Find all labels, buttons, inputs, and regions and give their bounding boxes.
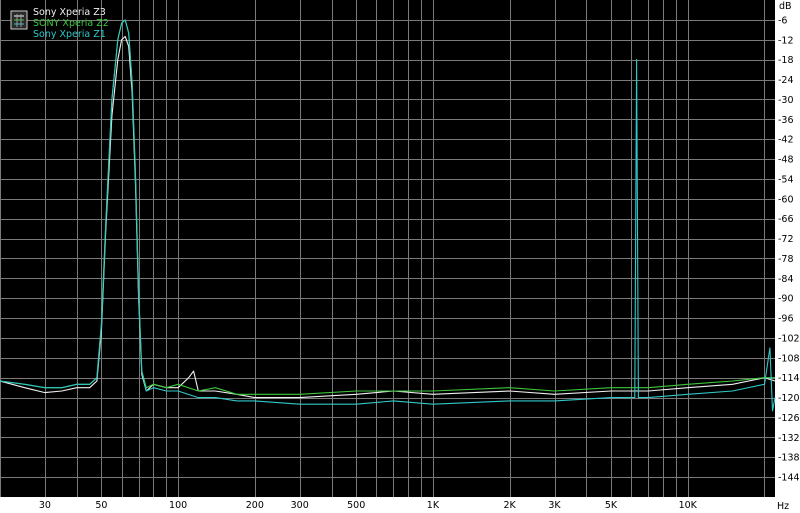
y-tick-label: -120 bbox=[778, 393, 800, 404]
y-tick-label: -48 bbox=[778, 155, 794, 166]
y-tick-label: -132 bbox=[778, 433, 800, 444]
x-tick-label: 30 bbox=[39, 500, 51, 511]
y-tick-label: -24 bbox=[778, 75, 794, 86]
y-tick-label: -84 bbox=[778, 274, 794, 285]
y-tick-label: -96 bbox=[778, 314, 794, 325]
x-tick-label: 2K bbox=[503, 500, 516, 511]
y-tick-label: -42 bbox=[778, 135, 794, 146]
x-tick-label: 10K bbox=[679, 500, 698, 511]
y-tick-label: -108 bbox=[778, 353, 800, 364]
y-tick-label: -114 bbox=[778, 373, 800, 384]
y-tick-label: -66 bbox=[778, 214, 794, 225]
legend-entry: Sony Xperia Z3 bbox=[33, 7, 106, 18]
y-axis-unit-label: dB bbox=[779, 1, 792, 12]
y-tick-label: -90 bbox=[778, 294, 794, 305]
legend-entry: SONY Xperia Z2 bbox=[33, 18, 109, 29]
y-tick-label: -102 bbox=[778, 333, 800, 344]
x-tick-label: 300 bbox=[291, 500, 309, 511]
x-tick-label: 200 bbox=[246, 500, 264, 511]
y-tick-label: -30 bbox=[778, 95, 794, 106]
y-tick-label: -78 bbox=[778, 254, 794, 265]
x-tick-label: 100 bbox=[169, 500, 187, 511]
y-tick-label: -12 bbox=[778, 35, 794, 46]
legend-entry: Sony Xperia Z1 bbox=[33, 29, 106, 40]
x-axis-unit-label: Hz bbox=[777, 501, 789, 512]
y-tick-label: -36 bbox=[778, 115, 794, 126]
y-tick-label: -6 bbox=[778, 15, 787, 26]
y-tick-label: -54 bbox=[778, 174, 794, 185]
x-tick-label: 1K bbox=[427, 500, 440, 511]
x-tick-label: 5K bbox=[605, 500, 618, 511]
y-tick-label: -18 bbox=[778, 55, 794, 66]
y-tick-label: -60 bbox=[778, 194, 794, 205]
y-tick-label: -144 bbox=[778, 473, 800, 484]
x-tick-label: 3K bbox=[548, 500, 561, 511]
x-tick-label: 50 bbox=[95, 500, 107, 511]
spectrum-chart: dB -6 -12 -18 -24 -30 -36 -42 -48 -54 -60 -66 -72 -7… bbox=[0, 0, 800, 513]
y-tick-label: -126 bbox=[778, 413, 800, 424]
y-tick-label: -72 bbox=[778, 234, 794, 245]
y-tick-label: -138 bbox=[778, 453, 800, 464]
legend-icon bbox=[10, 10, 28, 30]
x-tick-label: 500 bbox=[347, 500, 365, 511]
